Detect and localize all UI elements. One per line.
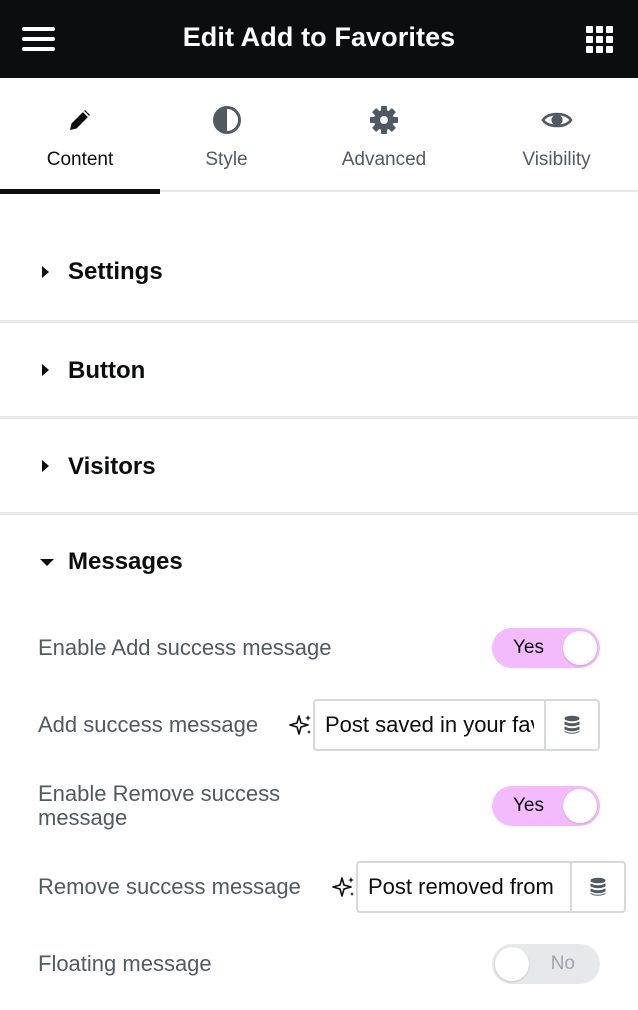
ai-sparkle-icon[interactable] <box>289 713 313 737</box>
add-success-label: Add success message <box>38 712 259 737</box>
tab-visibility[interactable]: Visibility <box>475 78 638 192</box>
section-title: Button <box>68 357 146 384</box>
tab-style[interactable]: Style <box>160 78 293 192</box>
section-title: Visitors <box>68 453 156 480</box>
tab-label: Style <box>205 149 248 170</box>
tab-advanced[interactable]: Advanced <box>293 78 475 192</box>
tab-content[interactable]: Content <box>0 78 160 194</box>
caret-right-icon <box>42 364 49 376</box>
enable-remove-success-label: Enable Remove success message <box>38 782 280 830</box>
toggle-state: No <box>550 953 575 974</box>
pencil-icon <box>70 110 90 130</box>
database-icon <box>564 715 580 734</box>
enable-remove-success-toggle[interactable]: Yes <box>492 786 600 826</box>
tab-label: Content <box>46 149 114 170</box>
enable-add-success-toggle[interactable]: Yes <box>492 628 600 668</box>
remove-success-label: Remove success message <box>38 874 301 899</box>
caret-right-icon <box>42 266 49 278</box>
ai-sparkle-icon[interactable] <box>332 875 356 899</box>
dynamic-tags-button[interactable] <box>546 699 600 751</box>
section-title: Messages <box>68 548 183 575</box>
grid-icon[interactable] <box>586 26 613 53</box>
enable-add-success-label: Enable Add success message <box>38 635 332 660</box>
label-line: Enable Remove success <box>38 781 281 806</box>
database-icon <box>590 877 606 896</box>
section-settings[interactable]: Settings <box>0 194 638 320</box>
caret-down-icon <box>40 559 54 566</box>
section-button[interactable]: Button <box>0 323 638 416</box>
remove-success-message-input[interactable] <box>358 863 570 911</box>
section-visitors[interactable]: Visitors <box>0 419 638 512</box>
toggle-knob <box>495 947 529 981</box>
remove-success-message-input-wrap <box>356 861 572 913</box>
section-messages[interactable]: Messages <box>0 515 638 595</box>
gear-icon <box>370 106 398 134</box>
dynamic-tags-button[interactable] <box>572 861 626 913</box>
panel-title: Edit Add to Favorites <box>182 22 456 52</box>
floating-message-toggle[interactable]: No <box>492 944 600 984</box>
half-circle-icon <box>212 106 241 134</box>
editor-header: Edit Add to Favorites <box>0 0 638 78</box>
label-line: message <box>38 805 128 830</box>
panel-tabs: Content Style Advanced Visibility <box>0 78 638 194</box>
toggle-knob <box>563 789 597 823</box>
add-success-message-input[interactable] <box>315 701 544 749</box>
tab-label: Visibility <box>522 149 591 170</box>
toggle-state: Yes <box>513 795 544 816</box>
toggle-knob <box>563 631 597 665</box>
eye-icon <box>540 112 573 128</box>
caret-right-icon <box>42 460 49 472</box>
tab-label: Advanced <box>341 149 427 170</box>
add-success-message-input-wrap <box>313 699 546 751</box>
toggle-state: Yes <box>513 637 544 658</box>
floating-message-label: Floating message <box>38 951 212 976</box>
section-title: Settings <box>68 258 163 285</box>
